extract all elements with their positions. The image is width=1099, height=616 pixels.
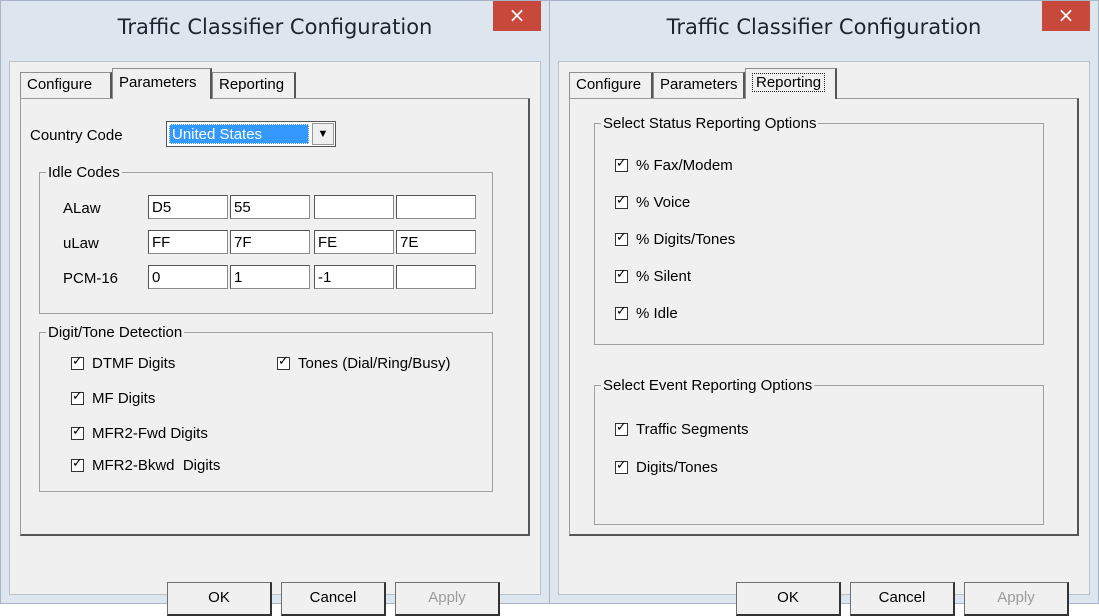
close-button[interactable]: ×	[1042, 1, 1090, 31]
alaw-code-1[interactable]	[148, 195, 228, 219]
checkbox-label: % Idle	[636, 305, 678, 322]
checkbox-label: DTMF Digits	[92, 355, 176, 372]
alaw-code-3[interactable]	[314, 195, 394, 219]
ulaw-label: uLaw	[63, 235, 99, 252]
checkbox-label: MFR2-Fwd Digits	[92, 425, 208, 442]
tab-label: Reporting	[219, 76, 285, 93]
checkbox-check-icon[interactable]	[615, 230, 628, 246]
silent-checkbox[interactable]: % Silent	[615, 267, 692, 285]
pcm16-code-2[interactable]	[230, 265, 310, 289]
ulaw-code-2[interactable]	[230, 230, 310, 254]
title-bar[interactable]: Traffic Classifier Configuration ×	[550, 1, 1098, 61]
country-code-label: Country Code	[30, 127, 123, 144]
pcm16-code-3[interactable]	[314, 265, 394, 289]
digits-tones-status-checkbox[interactable]: % Digits/Tones	[615, 230, 736, 248]
tab-reporting[interactable]: Reporting	[745, 68, 837, 99]
checkbox-check-icon[interactable]	[615, 458, 628, 474]
dialog-client: Configure Parameters Reporting Country C…	[9, 61, 541, 616]
checkbox-label: % Digits/Tones	[636, 231, 736, 248]
tab-configure[interactable]: Configure	[20, 72, 112, 98]
voice-checkbox[interactable]: % Voice	[615, 193, 691, 211]
cancel-button[interactable]: Cancel	[850, 582, 955, 616]
ok-button[interactable]: OK	[167, 582, 272, 616]
idle-codes-legend: Idle Codes	[48, 164, 120, 181]
checkbox-check-icon[interactable]	[615, 267, 628, 283]
apply-button[interactable]: Apply	[964, 582, 1069, 616]
tab-label: Configure	[27, 76, 93, 93]
fax-modem-checkbox[interactable]: % Fax/Modem	[615, 156, 733, 174]
digit-tone-detection-legend: Digit/Tone Detection	[48, 324, 183, 341]
tones-checkbox[interactable]: Tones (Dial/Ring/Busy)	[277, 354, 451, 372]
checkbox-check-icon[interactable]	[615, 193, 628, 209]
tab-panel-reporting: Select Status Reporting Options % Fax/Mo…	[569, 98, 1079, 536]
pcm16-code-1[interactable]	[148, 265, 228, 289]
checkbox-check-icon[interactable]	[615, 304, 628, 320]
mfr2-fwd-digits-checkbox[interactable]: MFR2-Fwd Digits	[71, 424, 208, 442]
checkbox-label: % Silent	[636, 268, 692, 285]
close-icon: ×	[508, 3, 526, 27]
checkbox-label: MF Digits	[92, 390, 156, 407]
tab-parameters[interactable]: Parameters	[653, 72, 745, 98]
tab-label: Configure	[576, 76, 642, 93]
alaw-code-2[interactable]	[230, 195, 310, 219]
checkbox-label: % Fax/Modem	[636, 157, 733, 174]
pcm16-label: PCM-16	[63, 270, 119, 287]
event-reporting-legend: Select Event Reporting Options	[603, 377, 813, 394]
title-bar[interactable]: Traffic Classifier Configuration ×	[1, 1, 549, 61]
tab-label: Parameters	[660, 76, 738, 93]
checkbox-label: Tones (Dial/Ring/Busy)	[298, 355, 451, 372]
checkbox-check-icon[interactable]	[615, 420, 628, 436]
traffic-segments-checkbox[interactable]: Traffic Segments	[615, 420, 749, 438]
checkbox-label: % Voice	[636, 194, 691, 211]
ok-button[interactable]: OK	[736, 582, 841, 616]
cancel-button[interactable]: Cancel	[281, 582, 386, 616]
close-button[interactable]: ×	[493, 1, 541, 31]
tab-label: Reporting	[752, 73, 826, 92]
event-reporting-group: Select Event Reporting Options	[594, 377, 1044, 525]
alaw-code-4[interactable]	[396, 195, 476, 219]
tab-reporting[interactable]: Reporting	[212, 72, 296, 98]
checkbox-label: Traffic Segments	[636, 421, 749, 438]
status-reporting-legend: Select Status Reporting Options	[603, 115, 817, 132]
dialog-client: Configure Parameters Reporting Select St…	[558, 61, 1090, 616]
checkbox-check-icon[interactable]	[615, 156, 628, 172]
digits-tones-event-checkbox[interactable]: Digits/Tones	[615, 458, 718, 476]
chevron-down-icon[interactable]: ▼	[312, 123, 334, 145]
checkbox-check-icon[interactable]	[71, 389, 84, 405]
checkbox-check-icon[interactable]	[71, 354, 84, 370]
dialog-title: Traffic Classifier Configuration	[666, 15, 982, 39]
ulaw-code-4[interactable]	[396, 230, 476, 254]
apply-button[interactable]: Apply	[395, 582, 500, 616]
pcm16-code-4[interactable]	[396, 265, 476, 289]
tab-parameters[interactable]: Parameters	[112, 68, 212, 99]
alaw-label: ALaw	[63, 200, 101, 217]
checkbox-check-icon[interactable]	[71, 456, 84, 472]
mf-digits-checkbox[interactable]: MF Digits	[71, 389, 156, 407]
close-icon: ×	[1057, 3, 1075, 27]
dialog-title: Traffic Classifier Configuration	[117, 15, 433, 39]
dialog-reporting: Traffic Classifier Configuration × Confi…	[549, 0, 1099, 616]
tab-label: Parameters	[119, 74, 197, 91]
checkbox-check-icon[interactable]	[71, 424, 84, 440]
dialog-parameters: Traffic Classifier Configuration × Confi…	[0, 0, 550, 616]
tab-configure[interactable]: Configure	[569, 72, 653, 98]
dtmf-digits-checkbox[interactable]: DTMF Digits	[71, 354, 176, 372]
tab-panel-parameters: Country Code United States ▼ Idle Codes …	[20, 98, 530, 536]
country-code-value: United States	[169, 124, 309, 144]
idle-checkbox[interactable]: % Idle	[615, 304, 678, 322]
mfr2-bkwd-digits-checkbox[interactable]: MFR2-Bkwd Digits	[71, 456, 221, 474]
ulaw-code-1[interactable]	[148, 230, 228, 254]
checkbox-label: Digits/Tones	[636, 459, 718, 476]
checkbox-check-icon[interactable]	[277, 354, 290, 370]
checkbox-label: MFR2-Bkwd Digits	[92, 457, 221, 474]
country-code-select[interactable]: United States ▼	[166, 121, 336, 147]
ulaw-code-3[interactable]	[314, 230, 394, 254]
